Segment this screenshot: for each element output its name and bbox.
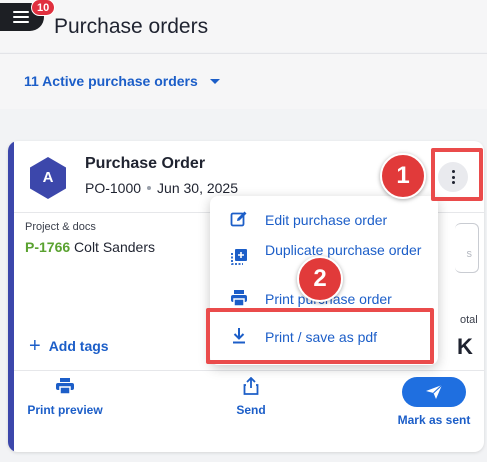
duplicate-icon [231,249,247,265]
add-tags-label: Add tags [48,338,109,354]
menu-item-edit-label: Edit purchase order [265,212,388,228]
printer-icon [56,378,74,395]
send-label: Send [236,403,266,417]
highlight-save-pdf [206,308,434,364]
card-subtitle: PO-1000 Jun 30, 2025 [85,180,238,196]
highlight-more-options [431,148,483,201]
mark-as-sent-button[interactable]: Mark as sent [394,377,474,427]
share-icon [243,377,259,395]
card-accent-bar [8,141,14,452]
docs-box-text: s [466,248,473,260]
printer-icon [231,290,247,307]
separator-dot [147,186,152,190]
print-preview-button[interactable]: Print preview [25,377,105,417]
active-orders-label: 11 Active purchase orders [24,73,198,89]
menu-item-duplicate-label: Duplicate purchase order [265,242,422,258]
send-button[interactable]: Send [226,377,276,417]
total-label: otal [460,314,478,326]
active-orders-filter[interactable]: 11 Active purchase orders [24,73,220,89]
total-value: K [457,334,473,359]
avatar: A [28,156,68,200]
divider [14,370,484,371]
po-number: PO-1000 [85,180,142,196]
hamburger-icon [13,11,29,23]
step-badge-2: 2 [297,256,343,302]
print-preview-label: Print preview [27,403,103,417]
paper-plane-icon [426,384,443,399]
page-title: Purchase orders [54,15,209,38]
top-bar: 10 Purchase orders [0,0,487,52]
project-link[interactable]: P-1766 Colt Sanders [25,239,155,255]
project-code: P-1766 [25,239,71,255]
edit-icon [230,211,247,227]
menu-item-print-label: Print purchase order [265,291,392,307]
notification-badge: 10 [31,0,56,16]
mark-as-sent-pill[interactable] [402,377,466,407]
step-badge-1: 1 [380,153,426,199]
filter-bar: 11 Active purchase orders [0,53,487,109]
caret-down-icon [209,78,220,84]
docs-box[interactable]: s [455,223,479,273]
po-date: Jun 30, 2025 [157,180,239,196]
add-tags-button[interactable]: + Add tags [29,335,109,357]
card-title: Purchase Order [85,155,206,172]
mark-as-sent-label: Mark as sent [397,413,471,427]
avatar-letter: A [42,169,54,186]
project-label: Project & docs [25,221,96,233]
plus-icon: + [29,335,41,357]
project-name: Colt Sanders [74,239,155,255]
